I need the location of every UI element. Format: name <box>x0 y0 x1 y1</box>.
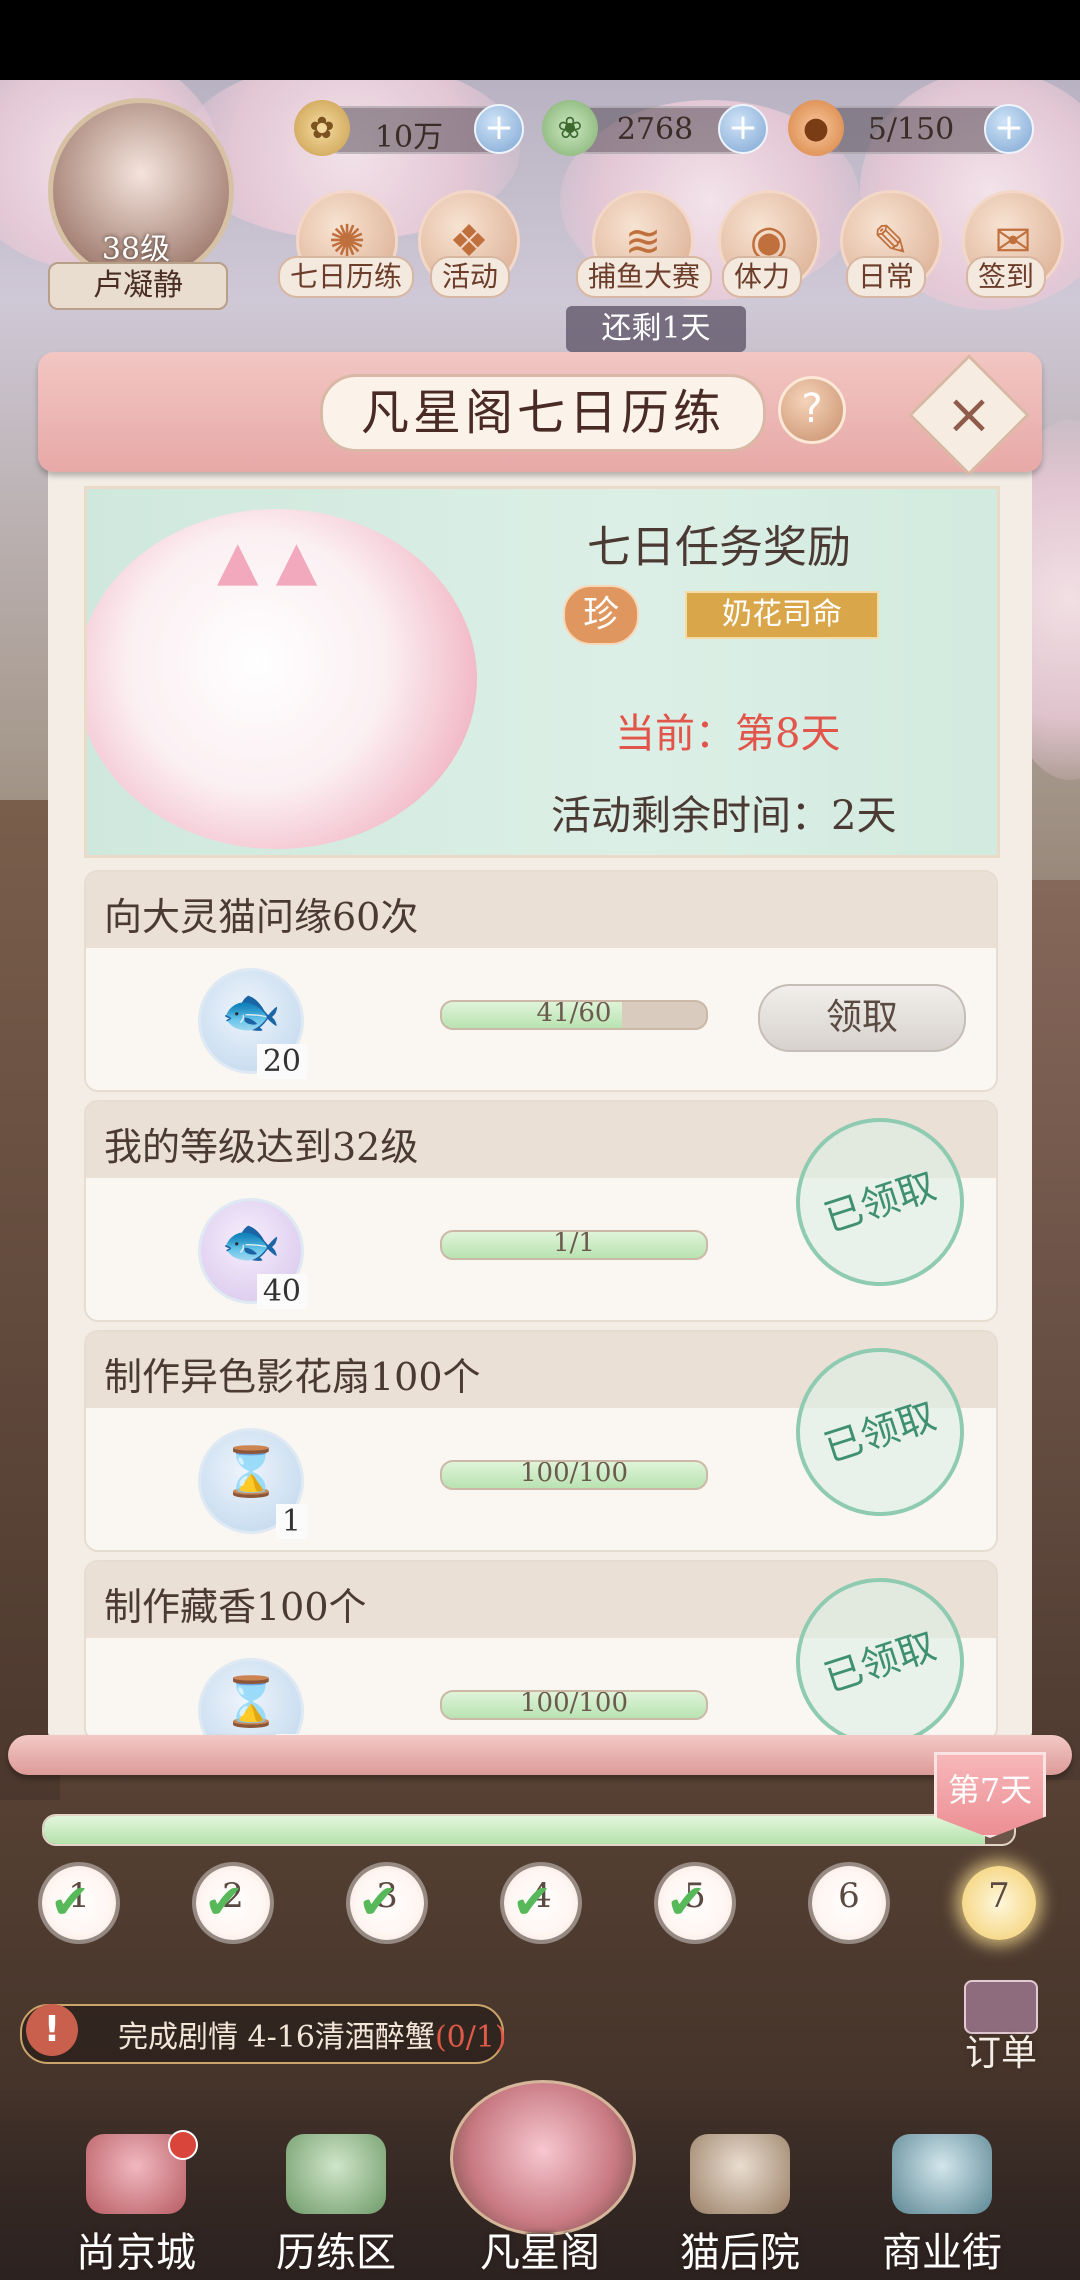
task-card: 向大灵猫问缘60次 🐟 20 41/60 领取 <box>84 870 998 1092</box>
nav-city[interactable]: 尚京城 <box>46 2120 226 2276</box>
task-card: 制作藏香100个 ⌛1 100/100 已领取 <box>84 1560 998 1742</box>
resource-stamina: ● 5/150 + <box>788 100 1034 156</box>
add-fish-token-button[interactable]: + <box>718 104 768 154</box>
orders-label: 订单 <box>964 2033 1037 2074</box>
nav-label: 凡星阁 <box>480 2230 600 2276</box>
task-progress-text: 100/100 <box>519 1460 628 1488</box>
reward-title: 七日任务奖励 <box>587 522 851 573</box>
check-icon: ✔ <box>358 1874 399 1930</box>
fish-icon[interactable]: 🐟 20 <box>198 968 307 1079</box>
market-icon <box>892 2134 992 2214</box>
menu-daily[interactable]: 日常 <box>846 256 927 298</box>
task-title: 我的等级达到32级 <box>104 1125 419 1169</box>
day-progress-track <box>42 1814 1016 1846</box>
cat-ears-icon: ▲ ▲ <box>217 529 318 592</box>
rarity-badge: 珍 <box>563 585 639 645</box>
nav-training[interactable]: 历练区 <box>246 2120 426 2276</box>
current-day: 当前：第8天 <box>615 711 841 757</box>
alert-icon: ! <box>26 2004 78 2056</box>
check-icon: ✔ <box>512 1874 553 1930</box>
stamina-bun-icon: ● <box>788 100 844 156</box>
task-header: 向大灵猫问缘60次 <box>86 872 996 948</box>
item-count: 40 <box>256 1274 307 1309</box>
check-icon: ✔ <box>204 1874 245 1930</box>
nav-label: 猫后院 <box>680 2230 800 2276</box>
day-node-4[interactable]: 4 ✔ <box>504 1866 578 1940</box>
stamina-value: 5/150 <box>867 112 955 147</box>
task-progress-text: 1/1 <box>553 1230 595 1258</box>
check-icon: ✔ <box>666 1874 707 1930</box>
task-title: 制作藏香100个 <box>104 1585 367 1629</box>
nav-label: 历练区 <box>276 2230 396 2276</box>
task-title: 制作异色影花扇100个 <box>104 1355 481 1399</box>
status-bar <box>0 0 1080 80</box>
task-progress-text: 41/60 <box>536 1000 612 1028</box>
check-icon: ✔ <box>50 1874 91 1930</box>
task-card: 制作异色影花扇100个 ⌛ 1 100/100 已领取 <box>84 1330 998 1552</box>
training-icon <box>286 2134 386 2214</box>
item-count: 1 <box>275 1504 307 1539</box>
cat-yard-icon <box>690 2134 790 2214</box>
task-title: 向大灵猫问缘60次 <box>104 895 419 939</box>
resource-fish-token: ❀ 2768 + <box>542 100 768 156</box>
day-number: 7 <box>988 1876 1010 1916</box>
reward-banner: ▲ ▲ 七日任务奖励 珍 奶花司命 当前：第8天 活动剩余时间：2天 <box>84 486 1000 858</box>
resource-coins: ✿ 10万 + <box>294 100 524 156</box>
event-timer: 还剩1天 <box>566 306 746 352</box>
paw-coin-icon: ✿ <box>294 100 350 156</box>
day-node-3[interactable]: 3 ✔ <box>350 1866 424 1940</box>
quest-description: 完成剧情 4-16清酒醉蟹 <box>118 2020 435 2055</box>
menu-stamina[interactable]: 体力 <box>722 256 803 298</box>
panel-title: 凡星阁七日历练 <box>320 374 766 452</box>
help-button[interactable]: ? <box>778 376 846 444</box>
building-right <box>1030 880 1080 1780</box>
task-progress-text: 100/100 <box>519 1690 628 1718</box>
nav-pavilion[interactable]: 凡星阁 <box>450 2080 636 2276</box>
nav-label: 商业街 <box>882 2230 1002 2276</box>
quest-count: (0/1) <box>434 2020 507 2055</box>
add-stamina-button[interactable]: + <box>984 104 1034 154</box>
day-number: 6 <box>838 1876 860 1916</box>
nav-label: 尚京城 <box>76 2230 196 2276</box>
menu-seven-day[interactable]: 七日历练 <box>278 256 415 298</box>
coins-value: 10万 <box>374 120 444 155</box>
item-count: 20 <box>256 1044 307 1079</box>
reward-name: 奶花司命 <box>685 591 879 639</box>
pavilion-icon <box>450 2080 636 2236</box>
menu-activity[interactable]: 活动 <box>430 256 511 298</box>
day-node-6[interactable]: 6✔ <box>812 1866 886 1940</box>
day-node-7[interactable]: 7✔ <box>962 1866 1036 1940</box>
task-progress-bar: 41/60 <box>440 1000 708 1030</box>
claim-button[interactable]: 领取 <box>758 984 966 1052</box>
notification-badge <box>168 2130 198 2160</box>
fish-token-value: 2768 <box>616 112 694 147</box>
task-progress-bar: 100/100 <box>440 1460 708 1490</box>
orders-button[interactable]: 订单 <box>958 1980 1044 2080</box>
quest-text: 完成剧情 4-16清酒醉蟹(0/1) <box>118 2012 507 2056</box>
task-progress-bar: 1/1 <box>440 1230 708 1260</box>
nav-cat-yard[interactable]: 猫后院 <box>650 2120 830 2276</box>
close-icon: × <box>945 382 993 447</box>
time-left: 活动剩余时间：2天 <box>551 793 897 839</box>
day-node-1[interactable]: 1 ✔ <box>42 1866 116 1940</box>
day-node-5[interactable]: 5 ✔ <box>658 1866 732 1940</box>
menu-checkin[interactable]: 签到 <box>966 256 1047 298</box>
hourglass-icon[interactable]: ⌛1 <box>198 1428 307 1539</box>
scroll-bottom-rod <box>8 1735 1072 1775</box>
nav-market[interactable]: 商业街 <box>852 2120 1032 2276</box>
hourglass-icon[interactable]: ⌛1 <box>198 1658 307 1740</box>
purple-fish-icon[interactable]: 🐟 40 <box>198 1198 307 1309</box>
task-progress-bar: 100/100 <box>440 1690 708 1720</box>
task-card: 我的等级达到32级 🐟 40 1/1 已领取 <box>84 1100 998 1322</box>
day-node-2[interactable]: 2 ✔ <box>196 1866 270 1940</box>
player-name: 卢凝静 <box>48 262 228 310</box>
day-progress-fill <box>44 1816 985 1844</box>
fish-token-icon: ❀ <box>542 100 598 156</box>
menu-fishing[interactable]: 捕鱼大赛 <box>576 256 713 298</box>
add-coins-button[interactable]: + <box>474 104 524 154</box>
